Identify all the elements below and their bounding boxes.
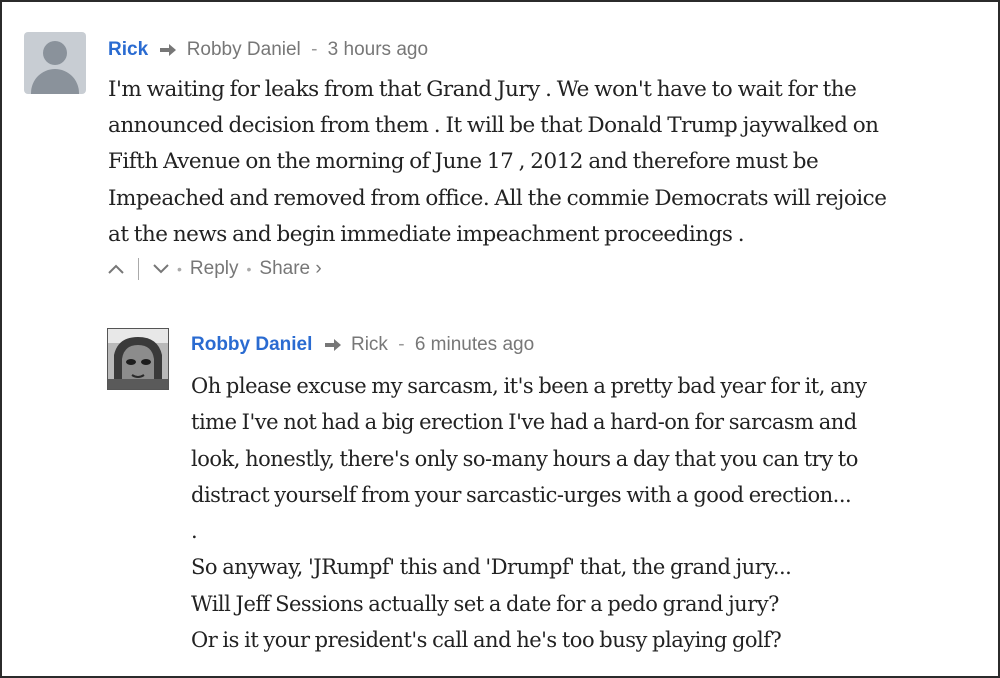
comment-header: Robby Daniel Rick - 6 minutes ago: [191, 334, 534, 356]
author-link[interactable]: Rick: [108, 39, 148, 60]
share-button[interactable]: Share ›: [259, 258, 321, 280]
comment-line: So anyway, 'JRumpf' this and 'Drumpf' th…: [191, 555, 792, 580]
comment-line: look, honestly, there's only so-many hou…: [191, 446, 858, 471]
reply-button[interactable]: Reply: [190, 258, 239, 280]
comment-actions: • Reply • Share ›: [108, 258, 322, 280]
chevron-down-icon: [153, 264, 169, 274]
comment-line: Or is it your president's call and he's …: [191, 628, 782, 653]
comment-line: Oh please excuse my sarcasm, it's been a…: [191, 374, 867, 398]
comment-line: announced decision from them . It will b…: [108, 113, 879, 139]
header-separator: -: [311, 39, 318, 60]
comment-header: Rick Robby Daniel - 3 hours ago: [108, 39, 428, 61]
user-avatar[interactable]: [24, 32, 86, 94]
parent-author-link[interactable]: Rick: [351, 334, 388, 355]
comment-line: Fifth Avenue on the morning of June 17 ,…: [108, 149, 819, 175]
comment-line: I'm waiting for leaks from that Grand Ju…: [108, 77, 857, 102]
comment-body: Oh please excuse my sarcasm, it's been a…: [191, 368, 867, 658]
comment-thread: Rick Robby Daniel - 3 hours ago I'm wait…: [0, 0, 1000, 678]
comment-body: I'm waiting for leaks from that Grand Ju…: [108, 72, 887, 253]
chevron-up-icon: [108, 264, 124, 274]
comment-line: distract yourself from your sarcastic-ur…: [191, 482, 852, 507]
user-photo-avatar[interactable]: [107, 328, 169, 390]
avatar-body-shape: [31, 69, 79, 94]
timestamp-link[interactable]: 6 minutes ago: [415, 334, 534, 355]
author-link[interactable]: Robby Daniel: [191, 334, 312, 355]
action-dot: •: [246, 261, 252, 277]
vote-divider: [138, 258, 139, 280]
comment-line: Impeached and removed from office. All t…: [108, 185, 887, 211]
avatar-photo-icon: [108, 329, 168, 389]
reply-arrow-icon: [324, 339, 341, 351]
header-separator: -: [398, 334, 405, 355]
action-dot: •: [177, 261, 182, 277]
reply-arrow-icon: [160, 44, 177, 56]
avatar-head-shape: [43, 41, 67, 65]
comment-line: at the news and begin immediate impeachm…: [108, 221, 745, 247]
parent-author-link[interactable]: Robby Daniel: [187, 39, 301, 60]
comment-line: Will Jeff Sessions actually set a date f…: [191, 591, 779, 616]
comment-line: .: [191, 519, 198, 544]
upvote-button[interactable]: [108, 264, 124, 274]
timestamp-link[interactable]: 3 hours ago: [328, 39, 428, 60]
downvote-button[interactable]: [153, 264, 169, 274]
comment-line: time I've not had a big erection I've ha…: [191, 410, 857, 435]
